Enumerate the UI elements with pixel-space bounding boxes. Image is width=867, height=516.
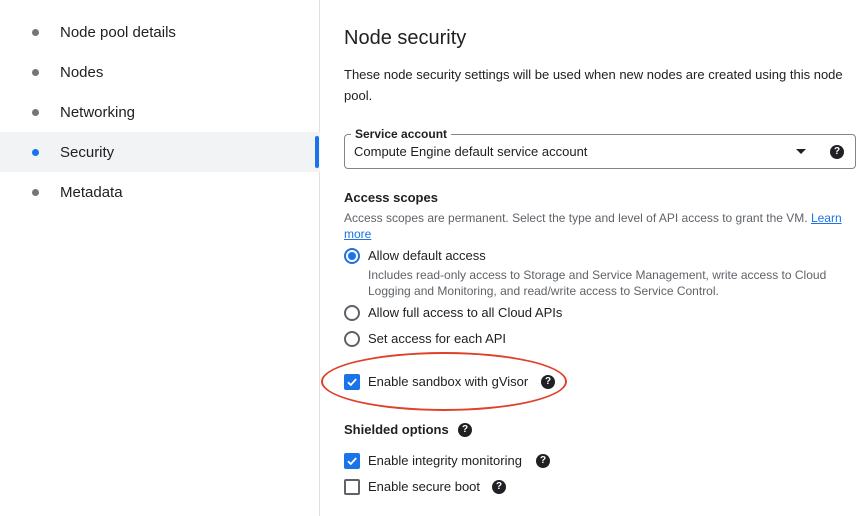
service-account-value: Compute Engine default service account — [354, 144, 588, 159]
bullet-icon — [32, 28, 39, 36]
sidebar-item-networking[interactable]: Networking — [0, 92, 320, 132]
active-indicator — [315, 136, 319, 168]
checkbox-label: Enable secure boot — [368, 479, 481, 494]
checkbox-checked[interactable] — [344, 453, 360, 469]
dropdown-arrow-icon[interactable] — [796, 149, 806, 154]
shielded-options-label: Shielded options — [344, 422, 449, 437]
integrity-monitoring-checkbox-row[interactable]: Enable integrity monitoring ? — [344, 453, 564, 471]
radio-label: Allow full access to all Cloud APIs — [368, 305, 563, 320]
checkbox-unchecked[interactable] — [344, 479, 360, 495]
checkbox-label: Enable integrity monitoring — [368, 453, 522, 468]
access-scopes-text: Access scopes are permanent. Select the … — [344, 211, 808, 225]
help-icon[interactable]: ? — [492, 480, 506, 494]
page-description: These node security settings will be use… — [344, 67, 843, 103]
help-icon[interactable]: ? — [458, 423, 472, 437]
sidebar-item-node-pool-details[interactable]: Node pool details — [0, 12, 320, 52]
help-icon[interactable]: ? — [830, 145, 844, 159]
sidebar-item-label: Networking — [60, 103, 136, 121]
sidebar-item-label: Node pool details — [60, 23, 176, 41]
sandbox-gvisor-checkbox-row[interactable]: Enable sandbox with gVisor ? — [344, 374, 564, 392]
help-icon[interactable]: ? — [541, 375, 555, 389]
page-title: Node security — [344, 27, 467, 49]
radio-allow-full-access[interactable]: Allow full access to all Cloud APIs — [344, 305, 644, 323]
bullet-icon — [32, 108, 39, 116]
sidebar-item-label: Security — [60, 143, 115, 161]
radio-allow-default-access[interactable]: Allow default access Includes read-only … — [344, 248, 844, 298]
radio-description: Includes read-only access to Storage and… — [368, 268, 827, 298]
sidebar-item-label: Nodes — [60, 63, 104, 81]
sidebar-item-security[interactable]: Security — [0, 132, 320, 172]
radio-label: Set access for each API — [368, 331, 507, 346]
checkmark-icon — [347, 378, 357, 387]
checkbox-checked[interactable] — [344, 374, 360, 390]
sidebar-item-metadata[interactable]: Metadata — [0, 172, 320, 212]
radio-button[interactable] — [344, 331, 360, 347]
bullet-icon — [32, 68, 39, 76]
secure-boot-checkbox-row[interactable]: Enable secure boot ? — [344, 479, 514, 497]
bullet-icon — [32, 148, 39, 156]
sidebar-nav: Node pool details Nodes Networking Secur… — [0, 0, 320, 516]
access-scopes-label: Access scopes — [344, 190, 438, 205]
checkbox-label: Enable sandbox with gVisor — [368, 374, 529, 389]
radio-button[interactable] — [344, 305, 360, 321]
service-account-select[interactable]: Service account Compute Engine default s… — [344, 126, 856, 169]
sidebar-item-label: Metadata — [60, 183, 123, 201]
checkmark-icon — [347, 457, 357, 466]
service-account-label: Service account — [351, 126, 452, 142]
sidebar-item-nodes[interactable]: Nodes — [0, 52, 320, 92]
bullet-icon — [32, 188, 39, 196]
help-icon[interactable]: ? — [536, 454, 550, 468]
radio-set-access-each-api[interactable]: Set access for each API — [344, 331, 644, 349]
radio-label: Allow default access — [368, 248, 486, 263]
radio-button[interactable] — [344, 248, 360, 264]
access-scopes-description: Access scopes are permanent. Select the … — [344, 210, 849, 242]
